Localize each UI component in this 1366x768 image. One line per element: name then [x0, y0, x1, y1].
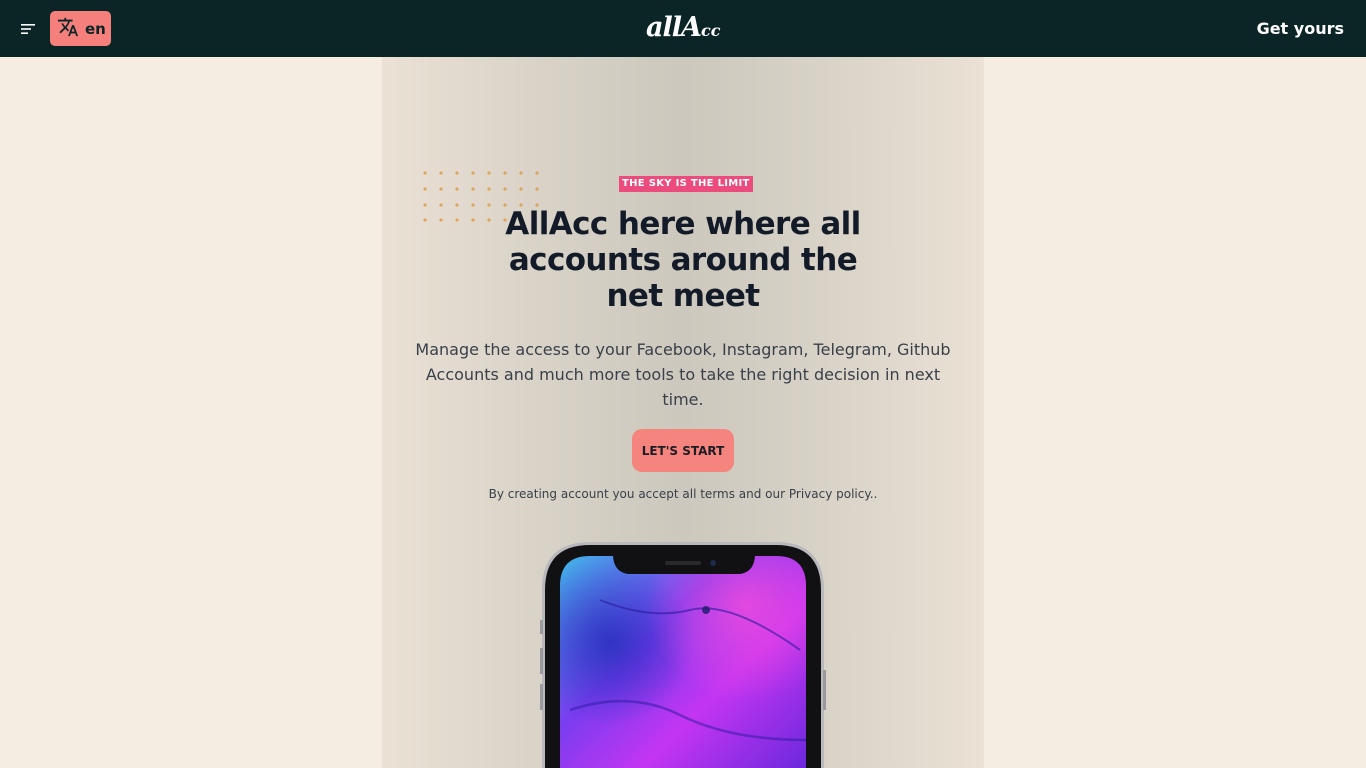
logo[interactable]: allA cc [646, 12, 720, 44]
lets-start-button[interactable]: LET'S START [632, 429, 734, 472]
language-selector-button[interactable]: en [50, 11, 111, 46]
logo-sub-text: cc [700, 21, 721, 40]
phone-mockup-image [540, 542, 826, 768]
logo-main-text: allA [646, 12, 702, 43]
get-yours-link[interactable]: Get yours [1257, 19, 1344, 38]
hero-description: Manage the access to your Facebook, Inst… [415, 340, 951, 409]
top-navbar: en allA cc Get yours [0, 0, 1366, 57]
hero-headline: AllAcc here where all accounts around th… [505, 206, 861, 314]
translate-icon [57, 16, 79, 42]
terms-notice: By creating account you accept all terms… [488, 487, 878, 501]
language-label: en [85, 19, 106, 38]
hero-eyebrow-tag: THE SKY IS THE LIMIT [619, 176, 753, 192]
menu-icon[interactable] [18, 18, 40, 40]
